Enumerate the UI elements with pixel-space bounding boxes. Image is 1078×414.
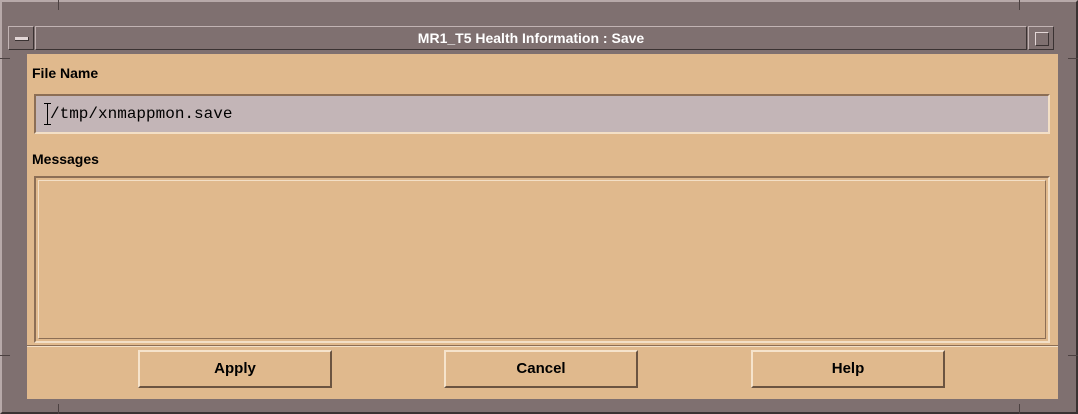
frame-resize-notch	[1019, 404, 1020, 414]
messages-label: Messages	[32, 151, 99, 167]
file-name-label: File Name	[32, 65, 99, 81]
frame-resize-notch	[0, 58, 10, 59]
apply-button[interactable]: Apply	[138, 350, 332, 388]
window-menu-button[interactable]	[8, 26, 34, 50]
frame-resize-notch	[58, 404, 59, 414]
window-title[interactable]: MR1_T5 Health Information : Save	[35, 26, 1027, 50]
maximize-icon	[1035, 32, 1049, 46]
file-name-value: /tmp/xnmappmon.save	[50, 105, 233, 123]
frame-resize-notch	[1068, 58, 1078, 59]
frame-resize-notch	[0, 355, 10, 356]
messages-area[interactable]	[34, 176, 1050, 343]
maximize-button[interactable]	[1028, 26, 1054, 50]
help-button[interactable]: Help	[751, 350, 945, 388]
window-menu-icon	[15, 37, 29, 41]
frame-resize-notch	[1019, 0, 1020, 10]
messages-text	[38, 180, 1046, 339]
frame-resize-notch	[1068, 355, 1078, 356]
frame-resize-notch	[58, 0, 59, 10]
file-name-input[interactable]: /tmp/xnmappmon.save	[34, 94, 1050, 134]
dialog-body: File Name /tmp/xnmappmon.save Messages A…	[27, 54, 1058, 399]
cancel-button[interactable]: Cancel	[444, 350, 638, 388]
button-separator	[27, 345, 1058, 347]
